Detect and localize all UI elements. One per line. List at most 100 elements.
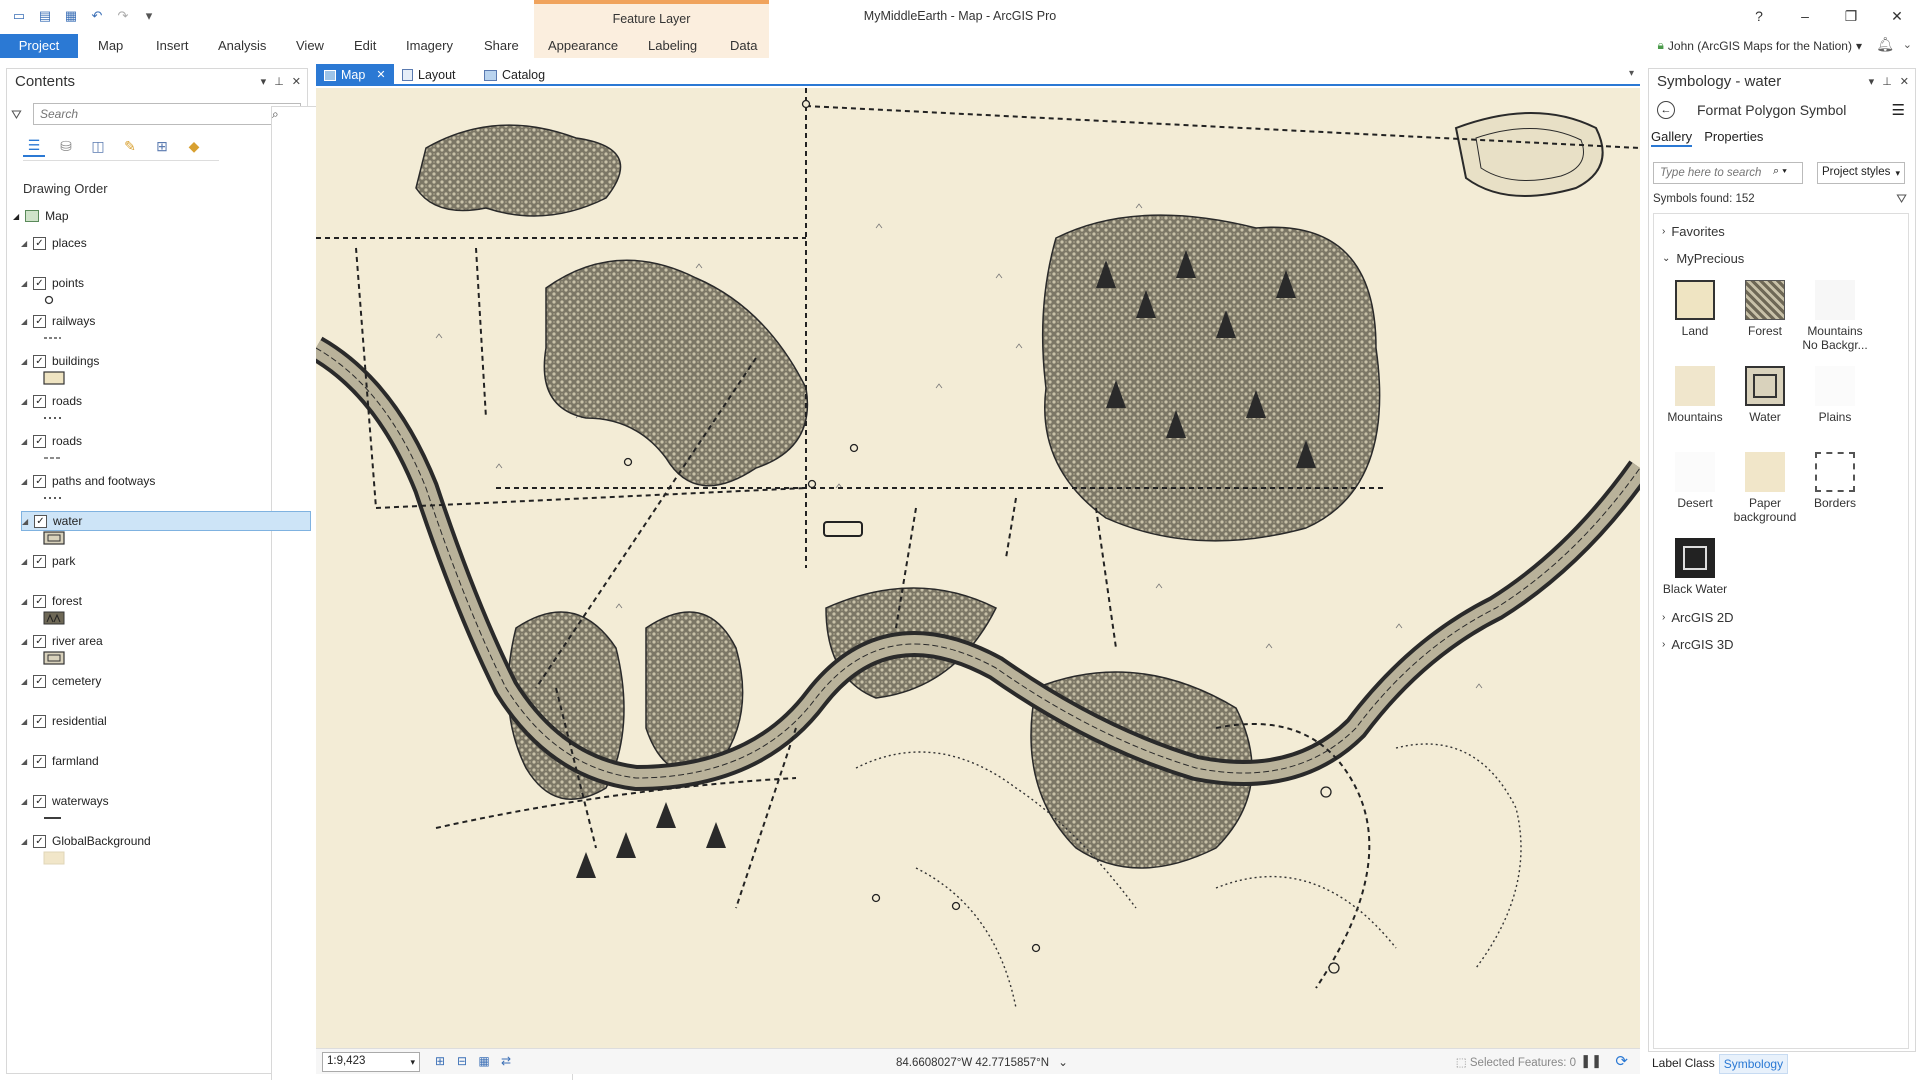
map-rendering[interactable]	[316, 88, 1640, 1048]
expand-arrow-icon[interactable]: ◢	[21, 557, 31, 566]
tab-data[interactable]: Data	[728, 34, 759, 58]
close-icon[interactable]: ✕	[292, 75, 301, 88]
tab-labeling[interactable]: Labeling	[646, 34, 699, 58]
map-canvas[interactable]	[316, 88, 1640, 1048]
list-by-selection-icon[interactable]: ◫	[87, 135, 109, 157]
tab-layout-view[interactable]: Layout	[394, 64, 464, 86]
pane-menu-icon[interactable]: ▾	[1869, 75, 1875, 88]
layer-item-water[interactable]: ◢ ✓ water	[21, 511, 311, 531]
new-project-icon[interactable]: ▭	[10, 8, 28, 24]
layer-item-park[interactable]: ◢ ✓ park	[21, 551, 311, 571]
expand-arrow-icon[interactable]: ◢	[21, 239, 31, 248]
map-node[interactable]: ◢ Map	[13, 209, 69, 223]
tab-analysis[interactable]: Analysis	[216, 34, 268, 58]
symbol-mountains-no-background[interactable]: Mountains No Backgr...	[1800, 280, 1870, 352]
fixed-scale-icon[interactable]: ⊞	[432, 1054, 448, 1070]
scale-dropdown[interactable]: 1:9,423 ▾	[322, 1052, 420, 1072]
group-arcgis-2d[interactable]: › ArcGIS 2D	[1662, 610, 1733, 625]
close-button[interactable]: ✕	[1874, 0, 1920, 32]
expand-arrow-icon[interactable]: ◢	[13, 212, 19, 221]
group-arcgis-3d[interactable]: › ArcGIS 3D	[1662, 637, 1733, 652]
tab-share[interactable]: Share	[482, 34, 521, 58]
style-dropdown[interactable]: Project styles ▾	[1817, 162, 1905, 184]
expand-arrow-icon[interactable]: ◢	[21, 279, 31, 288]
layer-checkbox[interactable]: ✓	[33, 714, 46, 728]
layer-checkbox[interactable]: ✓	[33, 634, 46, 648]
tab-edit[interactable]: Edit	[352, 34, 378, 58]
tab-label-class[interactable]: Label Class	[1648, 1054, 1719, 1074]
expand-arrow-icon[interactable]: ◢	[22, 517, 32, 526]
list-by-snapping-icon[interactable]: ⊞	[151, 135, 173, 157]
expand-arrow-icon[interactable]: ◢	[21, 637, 31, 646]
expand-arrow-icon[interactable]: ◢	[21, 317, 31, 326]
list-by-data-source-icon[interactable]: ⛁	[55, 135, 77, 157]
layer-checkbox[interactable]: ✓	[33, 474, 46, 488]
symbol-mountains[interactable]: Mountains	[1660, 366, 1730, 424]
pin-icon[interactable]: ⊥	[1882, 75, 1892, 88]
tab-catalog-view[interactable]: Catalog	[476, 64, 553, 86]
layer-item-railways[interactable]: ◢ ✓ railways	[21, 311, 311, 331]
expand-arrow-icon[interactable]: ◢	[21, 717, 31, 726]
close-icon[interactable]: ✕	[1900, 75, 1909, 88]
layer-checkbox[interactable]: ✓	[33, 354, 46, 368]
symbol-plains[interactable]: Plains	[1800, 366, 1870, 424]
layer-checkbox[interactable]: ✓	[33, 594, 46, 608]
filter-icon[interactable]: ⛛	[1896, 191, 1907, 207]
table-icon[interactable]: ▦	[476, 1054, 492, 1070]
tab-appearance[interactable]: Appearance	[546, 34, 620, 58]
expand-arrow-icon[interactable]: ◢	[21, 837, 31, 846]
expand-arrow-icon[interactable]: ◢	[21, 397, 31, 406]
tab-map[interactable]: Map	[96, 34, 125, 58]
help-button[interactable]: ?	[1736, 0, 1782, 32]
layer-checkbox[interactable]: ✓	[33, 434, 46, 448]
symbol-desert[interactable]: Desert	[1660, 452, 1730, 510]
pane-menu-icon[interactable]: ▾	[261, 75, 267, 88]
layer-item-farmland[interactable]: ◢ ✓ farmland	[21, 751, 311, 771]
expand-arrow-icon[interactable]: ◢	[21, 677, 31, 686]
tab-imagery[interactable]: Imagery	[404, 34, 455, 58]
symbol-black-water[interactable]: Black Water	[1660, 538, 1730, 596]
ribbon-collapse-icon[interactable]: ⌄	[1903, 38, 1912, 51]
minimize-button[interactable]: –	[1782, 0, 1828, 32]
layer-item-paths-and-footways[interactable]: ◢ ✓ paths and footways	[21, 471, 311, 491]
restore-button[interactable]: ❐	[1828, 0, 1874, 32]
refresh-icon[interactable]: ⟳	[1615, 1052, 1628, 1070]
layer-item-roads[interactable]: ◢ ✓ roads	[21, 391, 311, 411]
expand-arrow-icon[interactable]: ◢	[21, 757, 31, 766]
open-folder-icon[interactable]: ▤	[36, 8, 54, 24]
layer-item-buildings[interactable]: ◢ ✓ buildings	[21, 351, 311, 371]
navigator-icon[interactable]: ⇄	[498, 1054, 514, 1070]
search-icon[interactable]: ⌕ ▾	[1773, 165, 1787, 178]
layer-checkbox[interactable]: ✓	[34, 514, 47, 528]
hamburger-menu-icon[interactable]: ☰	[1892, 101, 1905, 119]
symbol-water[interactable]: Water	[1730, 366, 1800, 424]
selected-features[interactable]: ⬚ Selected Features: 0	[1456, 1055, 1576, 1069]
redo-icon[interactable]: ↷	[114, 8, 132, 24]
list-by-editing-icon[interactable]: ✎	[119, 135, 141, 157]
contents-search-input[interactable]	[33, 103, 301, 125]
tab-symbology[interactable]: Symbology	[1718, 1054, 1789, 1074]
back-arrow-icon[interactable]: ←	[1657, 101, 1675, 119]
list-by-drawing-order-icon[interactable]: ☰	[23, 135, 45, 157]
layer-item-cemetery[interactable]: ◢ ✓ cemetery	[21, 671, 311, 691]
save-icon[interactable]: ▦	[62, 8, 80, 24]
layer-checkbox[interactable]: ✓	[33, 754, 46, 768]
group-myprecious[interactable]: ⌄ MyPrecious	[1662, 251, 1744, 266]
grid-icon[interactable]: ⊟	[454, 1054, 470, 1070]
expand-arrow-icon[interactable]: ◢	[21, 357, 31, 366]
layer-item-globalbackground[interactable]: ◢ ✓ GlobalBackground	[21, 831, 311, 851]
symbol-borders[interactable]: Borders	[1800, 452, 1870, 510]
user-account[interactable]: 🔒︎ John (ArcGIS Maps for the Nation) ▾	[1658, 38, 1863, 53]
symbol-paper-background[interactable]: Paper background	[1730, 452, 1800, 524]
expand-arrow-icon[interactable]: ◢	[21, 477, 31, 486]
pin-icon[interactable]: ⊥	[274, 75, 284, 88]
layer-checkbox[interactable]: ✓	[33, 554, 46, 568]
view-tabs-menu-icon[interactable]: ▾	[1629, 68, 1634, 79]
tab-view[interactable]: View	[294, 34, 326, 58]
tab-map-view[interactable]: Map ✕	[316, 64, 394, 86]
tab-gallery[interactable]: Gallery	[1651, 129, 1693, 147]
symbol-land[interactable]: Land	[1660, 280, 1730, 338]
layer-checkbox[interactable]: ✓	[33, 674, 46, 688]
expand-arrow-icon[interactable]: ◢	[21, 797, 31, 806]
layer-checkbox[interactable]: ✓	[33, 276, 46, 290]
